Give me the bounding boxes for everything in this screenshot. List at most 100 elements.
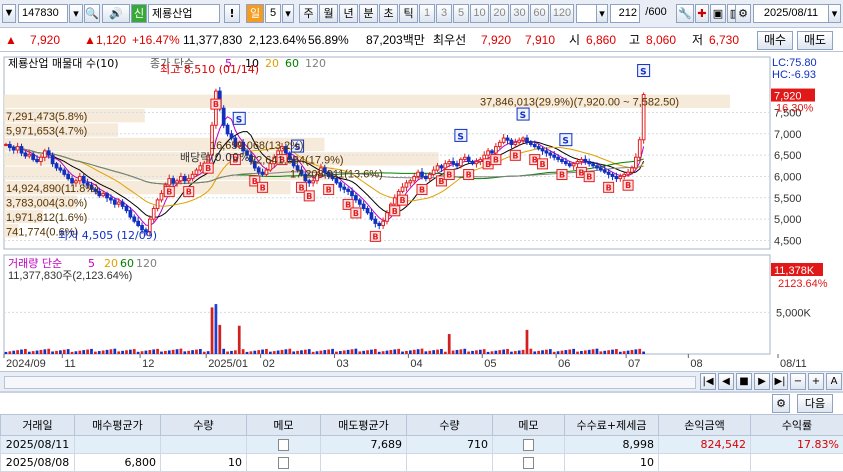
chart-scrollbar[interactable] [4, 376, 696, 389]
candle [67, 174, 70, 178]
dropdown-icon[interactable]: ▼ [2, 4, 16, 23]
candle [568, 164, 571, 166]
alert-button[interactable]: ! [224, 4, 240, 23]
candle [448, 162, 451, 164]
buy-signal-label: B [540, 160, 546, 169]
interval-1[interactable]: 1 [419, 4, 435, 23]
interval-30[interactable]: 30 [510, 4, 529, 23]
nav-button-6[interactable]: + [808, 373, 824, 390]
memo-icon[interactable] [278, 439, 289, 451]
nav-button-2[interactable]: ■ [736, 373, 752, 390]
volume-bar [288, 349, 291, 354]
settings-gear-icon[interactable]: ⚙ [735, 4, 751, 23]
nav-button-7[interactable]: A [826, 373, 842, 390]
volume-bar [603, 351, 606, 354]
candle [16, 147, 19, 150]
x-tick-label: 05 [484, 358, 496, 370]
table-row[interactable]: 2025/08/086,8001010 [1, 454, 843, 472]
period-day-button[interactable]: 일 [246, 4, 264, 23]
tools-icon[interactable]: 🔧 [676, 4, 694, 23]
candle [599, 168, 602, 170]
volume-bar [413, 350, 416, 354]
tab-5[interactable]: 틱 [399, 4, 418, 23]
nav-button-5[interactable]: − [790, 373, 806, 390]
interval-60[interactable]: 60 [530, 4, 549, 23]
volume-bar [370, 350, 373, 354]
speaker-icon[interactable]: 🔊 [102, 4, 130, 23]
display-count-input[interactable]: 212 [610, 4, 640, 23]
candle [12, 147, 15, 150]
x-tick-label: 2025/01 [208, 358, 248, 370]
volume-bar [584, 350, 587, 354]
low-note: 최저 4,505 (12/09) [58, 229, 157, 242]
volume-bar [51, 351, 54, 354]
volume-bar [479, 350, 482, 354]
candle [541, 149, 544, 151]
candle [28, 154, 31, 156]
date-input[interactable]: 2025/08/11 [753, 4, 829, 23]
tab-0[interactable]: 주 [299, 4, 318, 23]
interval-120[interactable]: 120 [550, 4, 574, 23]
high-price: 8,060 [646, 28, 676, 52]
stock-code-input[interactable]: 147830 [18, 4, 68, 23]
x-tick-label: 02 [263, 358, 275, 370]
lc-value: LC:75.80 [772, 57, 817, 69]
ma-period-60: 60 [285, 57, 299, 70]
cell-date: 2025/08/11 [1, 436, 75, 454]
save-icon[interactable]: ▣ [710, 4, 726, 23]
volume-bar [5, 352, 8, 354]
volume-bar [125, 350, 128, 354]
next-button[interactable]: 다음 [797, 394, 833, 413]
arrows-icon[interactable]: ✚ [695, 4, 709, 23]
candle [638, 140, 641, 157]
tab-3[interactable]: 분 [359, 4, 378, 23]
code-dropdown-icon[interactable]: ▾ [69, 4, 83, 23]
interval-5[interactable]: 5 [453, 4, 469, 23]
tab-1[interactable]: 월 [319, 4, 338, 23]
nav-button-3[interactable]: ▶ [754, 373, 770, 390]
interval-20[interactable]: 20 [490, 4, 509, 23]
period-dropdown-icon[interactable]: ▾ [282, 4, 294, 23]
volume-bar [460, 349, 463, 354]
volume-bar [355, 349, 358, 354]
buy-button[interactable]: 매수 [757, 31, 793, 50]
volume-ma-period-20: 20 [104, 257, 118, 270]
memo-icon[interactable] [523, 457, 534, 469]
candle [222, 108, 225, 125]
candle [580, 159, 583, 161]
memo-icon[interactable] [523, 439, 534, 451]
stock-chart[interactable]: 7,5007,0006,5006,0005,5005,0004,500BBBBB… [0, 53, 843, 371]
buy-signal-label: B [493, 156, 499, 165]
volume-profile-label: 14,924,890(11.8%) [6, 183, 99, 195]
volume-bar [393, 349, 396, 354]
trade-settings-gear-icon[interactable]: ⚙ [772, 394, 790, 413]
cell-sell-qty: 710 [407, 436, 493, 454]
buy-signal-label: B [578, 168, 584, 177]
nav-button-1[interactable]: ◀ [718, 373, 734, 390]
table-row[interactable]: 2025/08/117,6897108,998824,54217.83% [1, 436, 843, 454]
x-tick-label: 07 [628, 358, 640, 370]
candle [55, 164, 58, 168]
volume-bar [456, 350, 459, 354]
tab-2[interactable]: 년 [339, 4, 358, 23]
col-header-1: 매수평균가 [75, 415, 161, 436]
sell-signal-label: S [640, 68, 646, 78]
candle [425, 176, 428, 178]
open-label: 시 [569, 28, 580, 52]
period-value[interactable]: 5 [265, 4, 281, 23]
volume-bar [374, 349, 377, 354]
nav-button-4[interactable]: ▶| [772, 373, 788, 390]
interval-dropdown-icon[interactable]: ▾ [596, 4, 608, 23]
search-icon[interactable]: 🔍 [84, 4, 100, 23]
volume-bar [172, 350, 175, 354]
candle [607, 172, 610, 174]
stock-name-field[interactable]: 제룡산업 [148, 4, 220, 23]
interval-10[interactable]: 10 [470, 4, 489, 23]
date-dropdown-icon[interactable]: ▾ [828, 4, 841, 23]
sell-button[interactable]: 매도 [797, 31, 833, 50]
tab-4[interactable]: 초 [379, 4, 398, 23]
nav-button-0[interactable]: |◀ [700, 373, 716, 390]
memo-icon[interactable] [278, 457, 289, 469]
interval-3[interactable]: 3 [436, 4, 452, 23]
volume-bar [607, 350, 610, 354]
